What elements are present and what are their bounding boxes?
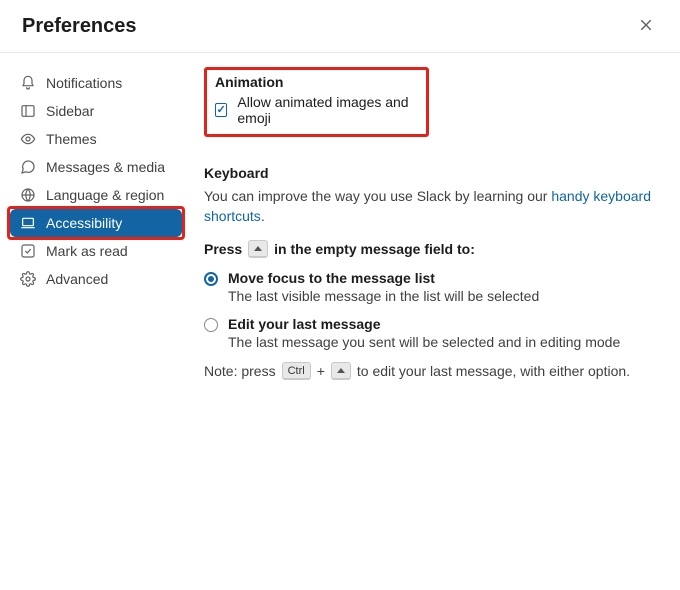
radio-icon bbox=[204, 272, 218, 286]
globe-icon bbox=[20, 187, 36, 203]
panel-icon bbox=[20, 103, 36, 119]
sidebar-item-messages-media[interactable]: Messages & media bbox=[10, 153, 182, 181]
allow-animated-checkbox-row[interactable]: Allow animated images and emoji bbox=[215, 94, 418, 126]
animation-title: Animation bbox=[215, 74, 418, 90]
sidebar-item-themes[interactable]: Themes bbox=[10, 125, 182, 153]
radio-label: Move focus to the message list bbox=[228, 270, 539, 286]
sidebar-item-language-region[interactable]: Language & region bbox=[10, 181, 182, 209]
radio-label: Edit your last message bbox=[228, 316, 620, 332]
sidebar-item-advanced[interactable]: Advanced bbox=[10, 265, 182, 293]
preferences-content: Animation Allow animated images and emoj… bbox=[190, 65, 680, 380]
close-icon bbox=[639, 16, 653, 37]
page-title: Preferences bbox=[22, 15, 137, 38]
preferences-header: Preferences bbox=[0, 0, 680, 53]
radio-sublabel: The last visible message in the list wil… bbox=[228, 288, 539, 304]
radio-icon bbox=[204, 318, 218, 332]
radio-option-move-focus[interactable]: Move focus to the message list The last … bbox=[204, 270, 660, 304]
ctrl-key-icon: Ctrl bbox=[282, 362, 311, 380]
bell-icon bbox=[20, 75, 36, 91]
check-square-icon bbox=[20, 243, 36, 259]
allow-animated-label: Allow animated images and emoji bbox=[237, 94, 418, 126]
sidebar-item-label: Notifications bbox=[46, 74, 122, 92]
sidebar-item-sidebar[interactable]: Sidebar bbox=[10, 97, 182, 125]
sidebar-item-notifications[interactable]: Notifications bbox=[10, 69, 182, 97]
sidebar-item-label: Mark as read bbox=[46, 242, 128, 260]
keyboard-description: You can improve the way you use Slack by… bbox=[204, 187, 660, 226]
keyboard-section: Keyboard You can improve the way you use… bbox=[204, 165, 660, 380]
keyboard-title: Keyboard bbox=[204, 165, 660, 181]
laptop-icon bbox=[20, 215, 36, 231]
sidebar-item-accessibility[interactable]: Accessibility bbox=[10, 209, 182, 237]
press-row: Press in the empty message field to: bbox=[204, 240, 660, 258]
sidebar-item-label: Themes bbox=[46, 130, 97, 148]
note-prefix: Note: press bbox=[204, 363, 276, 379]
note-row: Note: press Ctrl + to edit your last mes… bbox=[204, 362, 660, 380]
sidebar-item-label: Sidebar bbox=[46, 102, 94, 120]
radio-sublabel: The last message you sent will be select… bbox=[228, 334, 620, 350]
checkbox-icon bbox=[215, 103, 227, 117]
animation-section: Animation Allow animated images and emoj… bbox=[204, 67, 429, 137]
sidebar-item-mark-as-read[interactable]: Mark as read bbox=[10, 237, 182, 265]
sidebar-item-label: Accessibility bbox=[46, 214, 122, 232]
keyboard-desc-prefix: You can improve the way you use Slack by… bbox=[204, 188, 551, 204]
chat-icon bbox=[20, 159, 36, 175]
radio-option-edit-last-message[interactable]: Edit your last message The last message … bbox=[204, 316, 660, 350]
sidebar-item-label: Language & region bbox=[46, 186, 164, 204]
close-button[interactable] bbox=[634, 14, 658, 38]
up-arrow-key-icon bbox=[331, 362, 351, 380]
period: . bbox=[261, 208, 265, 224]
preferences-sidebar: Notifications Sidebar Themes Messages & … bbox=[0, 65, 190, 380]
press-suffix: in the empty message field to: bbox=[274, 241, 475, 257]
sidebar-item-label: Advanced bbox=[46, 270, 108, 288]
press-label: Press bbox=[204, 241, 242, 257]
gear-icon bbox=[20, 271, 36, 287]
sidebar-item-label: Messages & media bbox=[46, 158, 165, 176]
plus: + bbox=[317, 363, 325, 379]
up-arrow-key-icon bbox=[248, 240, 268, 258]
eye-icon bbox=[20, 131, 36, 147]
note-suffix: to edit your last message, with either o… bbox=[357, 363, 630, 379]
